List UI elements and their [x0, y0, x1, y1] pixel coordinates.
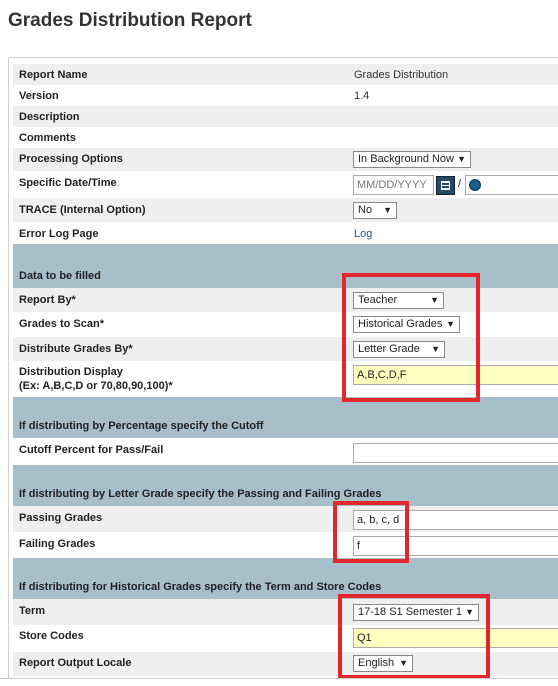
trace-select[interactable]: No ▼ [353, 202, 397, 219]
row-passing-grades: Passing Grades a, b, c, d [13, 506, 558, 532]
section-historical: If distributing for Historical Grades sp… [13, 558, 558, 599]
date-field[interactable]: MM/DD/YYYY [353, 175, 434, 195]
term-label: Term [19, 605, 46, 617]
row-trace: TRACE (Internal Option) No ▼ [13, 198, 558, 222]
passing-grades-label: Passing Grades [19, 512, 103, 524]
grades-to-scan-label: Grades to Scan* [19, 318, 104, 330]
date-time-separator: / [458, 178, 462, 190]
version-value: 1.4 [354, 90, 370, 102]
calendar-icon[interactable] [436, 176, 455, 195]
section-title: If distributing by Percentage specify th… [19, 420, 264, 432]
chevron-down-icon: ▼ [457, 154, 466, 164]
section-title: If distributing for Historical Grades sp… [19, 581, 382, 593]
row-error-log: Error Log Page Log [13, 222, 558, 244]
trace-value: No [358, 204, 373, 216]
cutoff-field[interactable] [353, 443, 558, 463]
section-percentage: If distributing by Percentage specify th… [13, 397, 558, 438]
clock-icon [469, 179, 481, 191]
description-label: Description [19, 111, 80, 123]
row-comments: Comments [13, 127, 558, 148]
report-name-value: Grades Distribution [354, 69, 449, 81]
processing-options-select[interactable]: In Background Now ▼ [353, 151, 471, 168]
distribution-display-hint: (Ex: A,B,C,D or 70,80,90,100)* [19, 380, 173, 392]
row-processing-options: Processing Options In Background Now ▼ [13, 148, 558, 171]
processing-options-value: In Background Now [358, 153, 454, 165]
highlight-box-report-settings [342, 273, 480, 402]
highlight-box-grades [333, 501, 409, 563]
chevron-down-icon: ▼ [383, 205, 392, 215]
comments-label: Comments [19, 132, 76, 144]
cutoff-label: Cutoff Percent for Pass/Fail [19, 444, 164, 456]
specific-date-label: Specific Date/Time [19, 177, 117, 189]
row-description: Description [13, 106, 558, 127]
report-locale-label: Report Output Locale [19, 657, 132, 669]
section-letter-grade: If distributing by Letter Grade specify … [13, 465, 558, 506]
store-codes-label: Store Codes [19, 630, 84, 642]
report-by-label: Report By* [19, 294, 76, 306]
distribution-display-label: Distribution Display [19, 366, 123, 378]
row-failing-grades: Failing Grades f [13, 532, 558, 558]
log-link[interactable]: Log [354, 228, 372, 240]
failing-grades-label: Failing Grades [19, 538, 96, 550]
trace-label: TRACE (Internal Option) [19, 204, 146, 216]
page-title: Grades Distribution Report [8, 10, 252, 31]
highlight-box-historical [338, 594, 490, 679]
section-title: If distributing by Letter Grade specify … [19, 488, 382, 500]
distribute-by-label: Distribute Grades By* [19, 343, 133, 355]
row-specific-date: Specific Date/Time MM/DD/YYYY / [13, 171, 558, 198]
section-title: Data to be filled [19, 270, 101, 282]
row-cutoff: Cutoff Percent for Pass/Fail [13, 438, 558, 465]
processing-options-label: Processing Options [19, 153, 123, 165]
row-version: Version 1.4 [13, 85, 558, 106]
error-log-label: Error Log Page [19, 228, 99, 240]
version-label: Version [19, 90, 59, 102]
report-name-label: Report Name [19, 69, 88, 81]
row-report-name: Report Name Grades Distribution [13, 64, 558, 85]
